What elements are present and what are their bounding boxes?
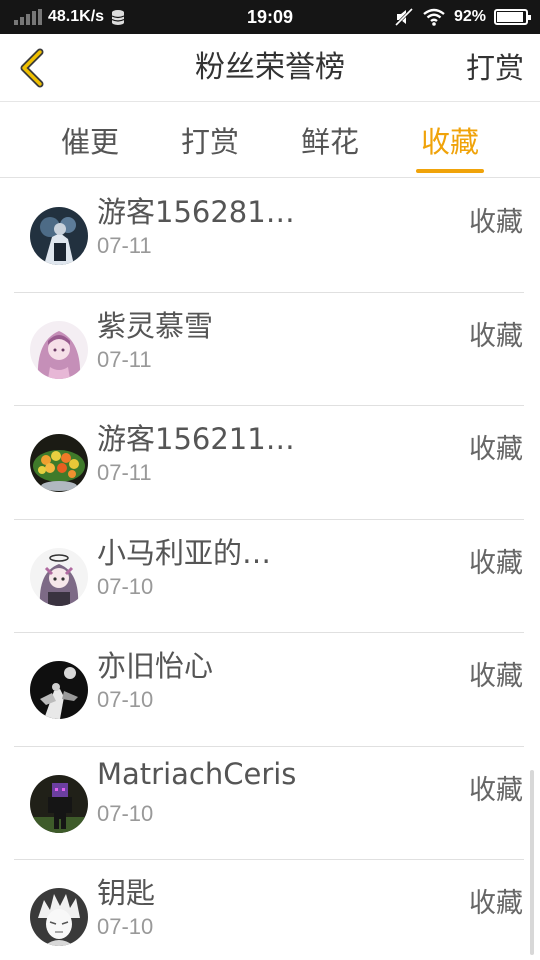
battery-percent: 92% — [453, 8, 486, 25]
action-label: 收藏 — [469, 320, 523, 352]
avatar — [30, 888, 88, 946]
user-name: 紫灵慕雪 — [97, 308, 214, 343]
date: 07-11 — [97, 233, 152, 258]
action-label: 收藏 — [469, 547, 523, 579]
date: 07-10 — [97, 914, 154, 939]
action-label: 收藏 — [469, 888, 523, 919]
fan-list: 游客156281… 07-11 收藏 紫灵慕雪 07-11 收藏 游客15621… — [0, 179, 540, 960]
action-label: 收藏 — [469, 661, 523, 692]
list-item[interactable]: 小马利亚的… 07-10 收藏 — [14, 520, 524, 633]
user-name: 游客156281… — [97, 195, 295, 229]
date: 07-10 — [97, 687, 154, 712]
date: 07-10 — [97, 800, 154, 826]
tab-bar: 催更 打赏 鲜花 收藏 — [0, 102, 540, 178]
avatar — [30, 774, 88, 833]
date: 07-11 — [97, 346, 152, 372]
list-item[interactable]: 游客156211… 07-11 收藏 — [14, 406, 524, 520]
action-label: 收藏 — [469, 207, 523, 238]
user-name: 钥匙 — [97, 876, 156, 910]
tab-flowers[interactable]: 鲜花 — [285, 102, 375, 178]
list-item[interactable]: MatriachCeris 07-10 收藏 — [14, 747, 524, 860]
mute-icon — [394, 7, 414, 27]
list-item[interactable]: 紫灵慕雪 07-11 收藏 — [14, 293, 524, 406]
date: 07-11 — [97, 460, 152, 485]
avatar — [30, 207, 88, 265]
user-name: 小马利亚的… — [97, 535, 272, 570]
avatar — [30, 434, 88, 492]
page-title: 粉丝荣誉榜 — [195, 50, 345, 85]
user-name: 亦旧怡心 — [97, 649, 214, 683]
avatar — [30, 661, 88, 719]
battery-icon — [494, 9, 531, 25]
app-header: 粉丝荣誉榜 打赏 — [0, 34, 540, 102]
reward-button[interactable]: 打赏 — [466, 34, 524, 102]
avatar — [30, 320, 88, 379]
user-name: 游客156211… — [97, 422, 295, 456]
date: 07-10 — [97, 573, 154, 599]
tab-reward[interactable]: 打赏 — [165, 102, 255, 178]
tab-urge[interactable]: 催更 — [45, 102, 135, 178]
list-item[interactable]: 游客156281… 07-11 收藏 — [14, 179, 524, 293]
action-label: 收藏 — [469, 434, 523, 465]
action-label: 收藏 — [469, 774, 523, 806]
user-name: MatriachCeris — [97, 756, 297, 791]
list-item[interactable]: 钥匙 07-10 收藏 — [14, 860, 524, 960]
scrollbar[interactable] — [530, 770, 534, 955]
list-item[interactable]: 亦旧怡心 07-10 收藏 — [14, 633, 524, 747]
status-bar: 48.1K/s 19:09 92% — [0, 0, 540, 34]
wifi-icon — [423, 8, 445, 26]
avatar — [30, 547, 88, 606]
tab-favorites[interactable]: 收藏 — [405, 102, 495, 178]
